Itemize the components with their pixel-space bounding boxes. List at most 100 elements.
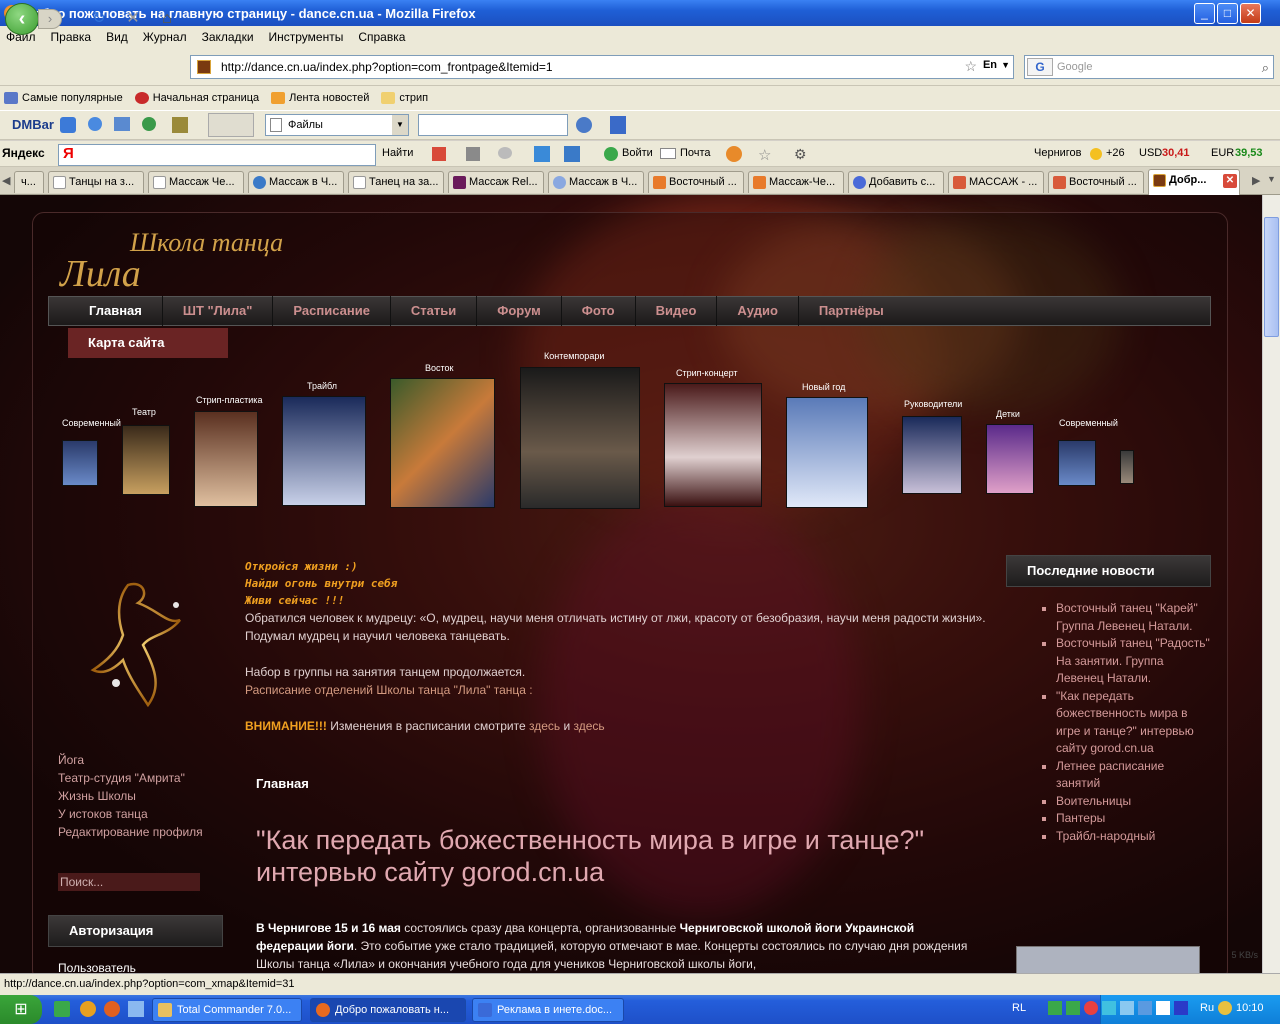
forward-button[interactable]: ›	[38, 9, 62, 29]
sitemap-button[interactable]: Карта сайта	[68, 328, 228, 358]
weather-icon[interactable]	[726, 146, 742, 162]
quicklaunch-firefox-icon[interactable]	[104, 1001, 120, 1017]
stop-icon[interactable]: ✕	[122, 9, 144, 29]
site-logo[interactable]: Школа танца Лила	[50, 222, 330, 295]
tray-icon[interactable]	[1120, 1001, 1134, 1015]
dmbar-label[interactable]: DMBar	[12, 117, 54, 132]
news-item[interactable]: Летнее расписание занятий	[1056, 758, 1210, 793]
gallery-thumb-contemporary[interactable]	[520, 367, 640, 509]
bookmark-star-icon[interactable]: ☆	[964, 58, 977, 75]
tab-scroll-left-icon[interactable]: ◀	[2, 174, 10, 187]
yandex-search-input[interactable]: Я	[58, 144, 376, 166]
search-icon[interactable]: ⌕	[1262, 57, 1269, 79]
tab-4[interactable]: Массаж в Ч...	[248, 171, 344, 193]
tray-icon[interactable]	[1084, 1001, 1098, 1015]
pen-icon[interactable]	[432, 147, 446, 161]
speech-icon[interactable]	[498, 147, 512, 159]
tray-icon[interactable]	[1048, 1001, 1062, 1015]
dmbar-window-icon[interactable]	[114, 117, 130, 131]
nav-partners[interactable]: Партнёры	[799, 296, 904, 326]
gallery-thumb-partial[interactable]	[1120, 450, 1134, 484]
tab-active[interactable]: Добр... ✕	[1148, 169, 1240, 195]
tab-2[interactable]: Танцы на з...	[48, 171, 144, 193]
article-headline[interactable]: "Как передать божественность мира в игре…	[256, 824, 976, 888]
nav-schedule[interactable]: Расписание	[273, 296, 391, 326]
tab-6[interactable]: Массаж Rel...	[448, 171, 544, 193]
dmbar-chat-icon[interactable]	[60, 117, 76, 133]
tray-icon[interactable]	[1138, 1001, 1152, 1015]
reload-icon[interactable]: ↻	[88, 9, 110, 29]
menu-bookmarks[interactable]: Закладки	[202, 30, 254, 44]
media-play-icon[interactable]	[1174, 1001, 1188, 1015]
menu-history[interactable]: Журнал	[143, 30, 187, 44]
tab-5[interactable]: Танец на за...	[348, 171, 444, 193]
dmbar-search-input[interactable]	[418, 114, 568, 136]
menu-view[interactable]: Вид	[106, 30, 128, 44]
quicklaunch-icon[interactable]	[128, 1001, 144, 1017]
close-window-button[interactable]: ✕	[1240, 3, 1261, 24]
gallery-thumb-east[interactable]	[390, 378, 495, 508]
scrollbar-thumb[interactable]	[1264, 217, 1279, 337]
left-menu-origins[interactable]: У истоков танца	[58, 806, 203, 822]
keyboard-layout[interactable]: Ru	[1200, 1002, 1214, 1014]
dmbar-search-icon[interactable]	[576, 117, 592, 133]
bars-icon[interactable]	[466, 147, 480, 161]
task-total-commander[interactable]: Total Commander 7.0...	[152, 998, 302, 1022]
here-link-2[interactable]: здесь	[574, 719, 605, 733]
translate-icon[interactable]	[564, 146, 580, 162]
nav-home[interactable]: Главная	[69, 296, 163, 326]
tray-icon[interactable]	[1218, 1001, 1232, 1015]
menu-edit[interactable]: Правка	[51, 30, 92, 44]
gallery-thumb-theatre[interactable]	[122, 425, 170, 495]
news-item[interactable]: Пантеры	[1056, 810, 1210, 828]
maximize-button[interactable]: □	[1217, 3, 1238, 24]
back-button[interactable]: ‹	[5, 3, 39, 35]
menu-tools[interactable]: Инструменты	[269, 30, 344, 44]
bookmark-most-visited[interactable]: Самые популярные	[4, 92, 123, 104]
weather-city[interactable]: Чернигов	[1034, 147, 1082, 159]
language-bar[interactable]: RL	[1012, 1002, 1026, 1014]
yandex-find-button[interactable]: Найти	[382, 147, 413, 159]
minimize-button[interactable]: _	[1194, 3, 1215, 24]
tab-3[interactable]: Массаж Че...	[148, 171, 244, 193]
start-button[interactable]: ⊞	[0, 995, 42, 1024]
here-link-1[interactable]: здесь	[529, 719, 560, 733]
bookmark-start-page[interactable]: Начальная страница	[134, 92, 259, 104]
task-firefox[interactable]: Добро пожаловать н...	[310, 998, 466, 1022]
page-scrollbar[interactable]	[1262, 195, 1280, 973]
menu-help[interactable]: Справка	[358, 30, 405, 44]
quicklaunch-icon[interactable]	[54, 1001, 70, 1017]
gallery-thumb-modern[interactable]	[1058, 440, 1096, 486]
yandex-login-link[interactable]: Войти	[622, 147, 653, 159]
tab-11[interactable]: МАССАЖ - ...	[948, 171, 1044, 193]
gallery-thumb-modern[interactable]	[62, 440, 98, 486]
tab-list-icon[interactable]: ▼	[1267, 174, 1276, 184]
left-menu-edit-profile[interactable]: Редактирование профиля	[58, 824, 203, 840]
tab-scroll-right-icon[interactable]: ▶	[1252, 174, 1260, 187]
tab-9[interactable]: Массаж-Че...	[748, 171, 844, 193]
dmbar-globe-icon[interactable]	[142, 117, 156, 131]
tray-icon[interactable]	[1102, 1001, 1116, 1015]
bookmark-folder-strip[interactable]: стрип	[381, 92, 428, 104]
site-search-input[interactable]: Поиск...	[58, 873, 200, 891]
nav-forum[interactable]: Форум	[477, 296, 562, 326]
files-dropdown[interactable]: Файлы ▼	[265, 114, 409, 136]
bookmark-news-feed[interactable]: Лента новостей	[271, 92, 369, 104]
web-search-input[interactable]: G Google ⌕	[1024, 55, 1274, 79]
tray-icon[interactable]	[1066, 1001, 1080, 1015]
check-icon[interactable]	[534, 146, 550, 162]
gallery-thumb-kids[interactable]	[986, 424, 1034, 494]
left-menu-yoga[interactable]: Йога	[58, 752, 203, 768]
google-engine-icon[interactable]: G	[1027, 58, 1053, 76]
nav-audio[interactable]: Аудио	[717, 296, 799, 326]
dmbar-download-icon[interactable]	[610, 116, 626, 134]
login-icon[interactable]	[604, 147, 618, 161]
nav-articles[interactable]: Статьи	[391, 296, 478, 326]
news-item[interactable]: "Как передать божественность мира в игре…	[1056, 688, 1210, 758]
gallery-thumb-tribal[interactable]	[282, 396, 366, 506]
nav-photo[interactable]: Фото	[562, 296, 636, 326]
nav-school[interactable]: ШТ "Лила"	[163, 296, 274, 326]
close-tab-icon[interactable]: ✕	[1223, 174, 1237, 188]
left-menu-theatre[interactable]: Театр-студия "Амрита"	[58, 770, 203, 786]
dmbar-add-icon[interactable]	[88, 117, 102, 131]
